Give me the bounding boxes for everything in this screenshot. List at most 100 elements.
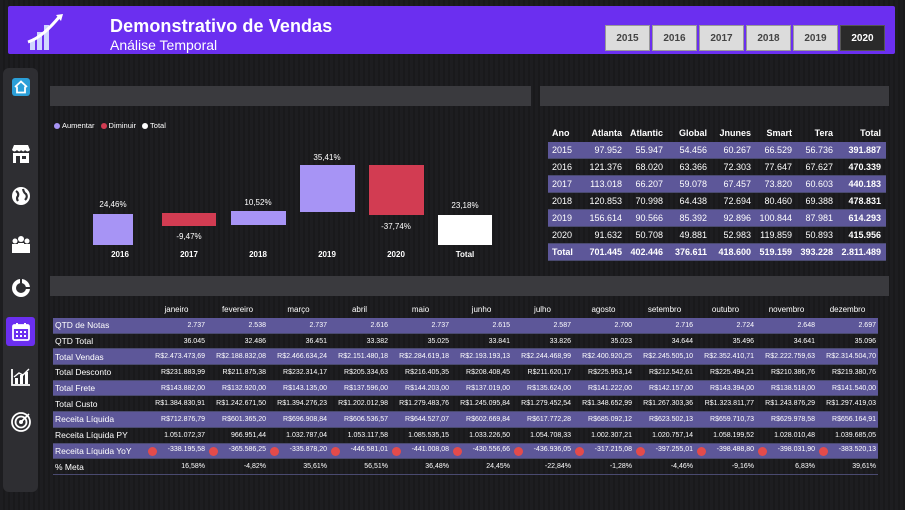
data-label-2016: 24,46% <box>99 200 127 209</box>
pie-icon[interactable] <box>6 273 35 302</box>
table-cell: 56.736 <box>805 145 833 155</box>
col-header: Atlantic <box>629 128 663 138</box>
bar-chart-icon[interactable] <box>6 362 35 391</box>
table-row[interactable]: 2018 120.853 70.998 64.438 72.694 80.460 69.38… <box>548 193 886 210</box>
table-cell: R$205.334,63 <box>329 364 390 381</box>
year-button-2016[interactable]: 2016 <box>652 25 697 51</box>
row-label: Receita Líquida PY <box>53 427 146 444</box>
year-cell: 2019 <box>552 213 573 223</box>
table-row[interactable]: Total Desconto R$231.883,99 R$211.875,38 R$… <box>53 364 878 381</box>
table-cell: 63.366 <box>679 162 707 172</box>
table-row[interactable]: Receita Líquida YoY -338.195,58 -365.586,2… <box>53 443 878 460</box>
year-button-2020[interactable]: 2020 <box>840 25 885 51</box>
waterfall-panel-header <box>50 86 531 106</box>
target-icon[interactable] <box>6 407 35 436</box>
table-row[interactable]: QTD de Notas 2.737 2.538 2.737 2.616 2.737 2.6… <box>53 318 878 334</box>
table-row[interactable]: 2016 121.376 68.020 63.366 72.303 77.647 67.62… <box>548 159 886 176</box>
table-cell: R$2.473.473,69 <box>146 348 207 366</box>
home-icon[interactable] <box>6 72 35 101</box>
table-cell: -398.488,80 <box>695 443 756 460</box>
table-cell: -365.586,25 <box>207 443 268 460</box>
corner-cell <box>53 300 146 318</box>
table-cell: 52.983 <box>723 230 751 240</box>
negative-indicator-icon <box>270 446 279 456</box>
table-row[interactable]: % Meta 16,58% -4,82% 35,61% 56,51% 36,48% 24,4… <box>53 458 878 475</box>
table-row[interactable]: Receita Líquida R$712.876,79 R$601.365,20 R… <box>53 411 878 428</box>
waterfall-bar-2019[interactable] <box>300 165 355 212</box>
table-cell: 519.159 <box>759 247 792 257</box>
table-cell: R$2.400.920,25 <box>573 348 634 366</box>
table-cell: 35,61% <box>268 458 329 475</box>
table-row[interactable]: 2017 113.018 66.207 59.078 67.457 73.820 60.60… <box>548 175 886 193</box>
table-cell: 39,61% <box>817 458 878 475</box>
table-cell: 72.303 <box>723 162 751 172</box>
table-cell: 87.981 <box>805 213 833 223</box>
col-header: Tera <box>814 128 833 138</box>
year-button-2017[interactable]: 2017 <box>699 25 744 51</box>
year-button-2015[interactable]: 2015 <box>605 25 650 51</box>
table-row[interactable]: Total Custo R$1.384.830,91 R$1.242.671,50 R… <box>53 395 878 413</box>
table-cell: 97.952 <box>594 145 622 155</box>
table-row[interactable]: Total Frete R$143.882,00 R$132.920,00 R$143… <box>53 380 878 397</box>
col-header: Smart <box>766 128 792 138</box>
waterfall-bar-2017[interactable] <box>162 213 216 226</box>
table-cell: 55.947 <box>635 145 663 155</box>
waterfall-bar-total[interactable] <box>438 215 492 245</box>
table-cell: -4,46% <box>634 458 695 475</box>
table-cell: 1.054.708,33 <box>512 427 573 444</box>
table-cell: 24,45% <box>451 458 512 475</box>
table-cell: 36.045 <box>146 333 207 350</box>
table-cell: -436.936,05 <box>512 443 573 460</box>
table-cell: 70.998 <box>635 196 663 206</box>
table-cell: 59.078 <box>679 179 707 189</box>
table-cell: 36,48% <box>390 458 451 475</box>
globe-icon[interactable] <box>6 181 35 210</box>
monthly-metrics-table: janeiro fevereiro março abril maio junho… <box>53 300 878 475</box>
table-cell: 60.603 <box>805 179 833 189</box>
year-by-store-table: Ano Atlanta Atlantic Global Jnunes Smart… <box>548 124 886 261</box>
waterfall-bar-2018[interactable] <box>231 211 286 225</box>
year-button-2018[interactable]: 2018 <box>746 25 791 51</box>
row-label: Receita Líquida <box>53 411 146 428</box>
table-cell: R$1.267.303,36 <box>634 395 695 413</box>
table-cell: -338.195,58 <box>146 443 207 460</box>
table-cell: 2.616 <box>329 318 390 334</box>
negative-indicator-icon <box>758 446 767 456</box>
table-cell: R$1.242.671,50 <box>207 395 268 413</box>
table-cell: R$141.540,00 <box>817 380 878 397</box>
waterfall-bar-2016[interactable] <box>93 214 133 245</box>
category-label-2019: 2019 <box>318 250 336 259</box>
table-row[interactable]: Total 701.445 402.446 376.611 418.600 519.159… <box>548 243 886 261</box>
table-row[interactable]: 2020 91.632 50.708 49.881 52.983 119.859 50.89… <box>548 227 886 244</box>
waterfall-bar-2020[interactable] <box>369 165 424 215</box>
table-cell: R$712.876,79 <box>146 411 207 428</box>
negative-indicator-icon <box>575 446 584 456</box>
table-cell: R$219.380,76 <box>817 364 878 381</box>
table-row[interactable]: Total Vendas R$2.473.473,69 R$2.188.832,08… <box>53 348 878 366</box>
table-cell: 49.881 <box>679 230 707 240</box>
category-label-total: Total <box>455 250 475 259</box>
table-cell: 90.566 <box>635 213 663 223</box>
year-button-2019[interactable]: 2019 <box>793 25 838 51</box>
table-cell: 2.811.489 <box>841 247 881 257</box>
month-header: abril <box>351 304 368 314</box>
table-row[interactable]: 2015 97.952 55.947 54.456 60.267 66.529 56.736… <box>548 142 886 159</box>
table-cell: 418.600 <box>718 247 751 257</box>
table-row[interactable]: Receita Líquida PY 1.051.072,37 966.951,44… <box>53 427 878 444</box>
store-icon[interactable] <box>6 139 35 168</box>
table-cell: 33.382 <box>329 333 390 350</box>
year-cell: 2015 <box>552 145 573 155</box>
negative-indicator-icon <box>819 446 828 456</box>
table-cell: 77.647 <box>764 162 792 172</box>
calendar-icon[interactable] <box>6 317 35 346</box>
month-header: maio <box>411 304 430 314</box>
legend-item-diminuir: Diminuir <box>100 121 136 130</box>
category-label-2017: 2017 <box>180 250 198 259</box>
row-label: Receita Líquida YoY <box>53 443 146 460</box>
table-row[interactable]: 2019 156.614 90.566 85.392 92.896 100.844 87.9… <box>548 209 886 227</box>
table-cell: R$212.542,61 <box>634 364 695 381</box>
table-cell: 2.716 <box>634 318 695 334</box>
people-icon[interactable] <box>6 229 35 258</box>
table-cell: 121.376 <box>589 162 622 172</box>
table-row[interactable]: QTD Total 36.045 32.486 36.451 33.382 35.025 3… <box>53 333 878 350</box>
